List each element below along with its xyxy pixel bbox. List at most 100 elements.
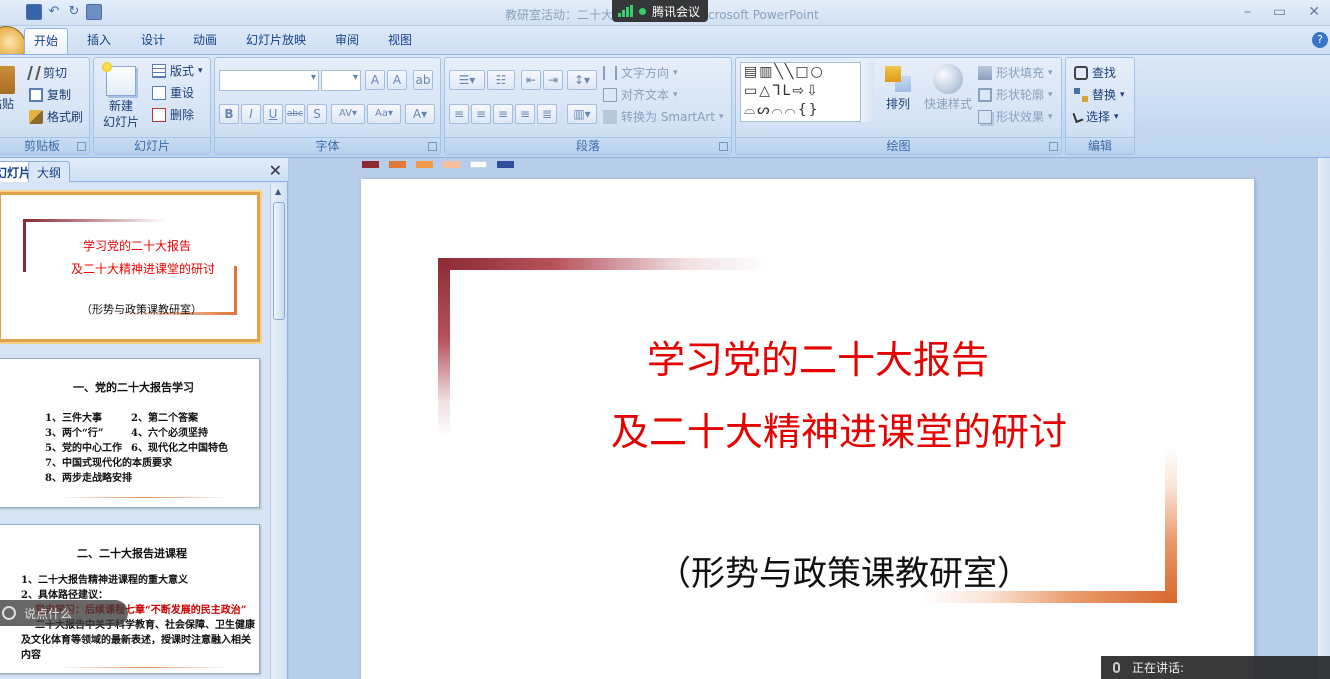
layout-button[interactable]: 版式 ▾ <box>152 62 203 79</box>
theme-swatch <box>389 161 406 168</box>
font-size-combo[interactable] <box>321 70 361 91</box>
speaking-label: 正在讲话: <box>1132 661 1185 675</box>
dialog-launcher-icon[interactable] <box>77 142 86 151</box>
align-center-button[interactable]: ≡ <box>471 104 491 124</box>
thumb-item: 2、第二个答案 <box>131 413 198 424</box>
change-case-button[interactable]: Aa▾ <box>367 104 401 124</box>
paste-button[interactable]: 粘贴 <box>0 66 17 112</box>
replace-button[interactable]: 替换 ▾ <box>1074 86 1125 103</box>
panel-tabs: 幻灯片 大纲 ✕ <box>0 158 288 182</box>
tab-insert[interactable]: 插入 <box>87 31 111 48</box>
scroll-up-icon[interactable]: ▲ <box>275 187 281 196</box>
numbering-button[interactable]: ☷ <box>487 70 515 90</box>
thumbnails-scrollbar[interactable]: ▲ <box>270 184 287 679</box>
strikethrough-button[interactable]: abc <box>285 104 305 124</box>
justify-button[interactable]: ≡ <box>515 104 535 124</box>
bold-button[interactable]: B <box>219 104 239 124</box>
tab-outline-panel[interactable]: 大纲 <box>28 161 71 182</box>
window-controls: – ▭ ✕ <box>1244 4 1320 20</box>
convert-smartart-button[interactable]: 转换为 SmartArt ▾ <box>603 108 724 125</box>
thumb-item: 8、两步走战略安排 <box>45 473 132 484</box>
tab-slideshow[interactable]: 幻灯片放映 <box>246 31 306 48</box>
tab-view[interactable]: 视图 <box>388 31 412 48</box>
undo-icon[interactable]: ↶ <box>46 4 62 20</box>
align-left-button[interactable]: ≡ <box>449 104 469 124</box>
thumb-heading: 一、党的二十大报告学习 <box>73 381 194 394</box>
group-title-clipboard: 剪贴板 <box>0 137 89 154</box>
slide-title-line1[interactable]: 学习党的二十大报告 <box>647 329 989 384</box>
increase-indent-button[interactable]: ⇥ <box>543 70 563 90</box>
italic-button[interactable]: I <box>241 104 261 124</box>
shadow-button[interactable]: S <box>307 104 327 124</box>
align-text-button[interactable]: 对齐文本 ▾ <box>603 86 678 103</box>
save-icon[interactable] <box>26 4 42 20</box>
font-color-button[interactable]: A▾ <box>405 104 435 124</box>
dialog-launcher-icon[interactable] <box>719 142 728 151</box>
grow-font-button[interactable]: A <box>365 70 385 90</box>
tab-animations[interactable]: 动画 <box>193 31 217 48</box>
underline-button[interactable]: U <box>263 104 283 124</box>
current-slide[interactable]: 学习党的二十大报告 及二十大精神进课堂的研讨 （形势与政策课教研室） <box>361 179 1254 679</box>
thumb-divider <box>59 667 229 668</box>
new-slide-button[interactable]: 新建 幻灯片 <box>98 62 144 130</box>
shapes-gallery-scroll[interactable] <box>860 62 874 122</box>
quick-styles-button[interactable]: 快速样式 <box>922 64 974 112</box>
distributed-button[interactable]: ≣ <box>537 104 557 124</box>
tab-review[interactable]: 审阅 <box>335 31 359 48</box>
cut-button[interactable]: 剪切 <box>27 64 67 81</box>
theme-swatches <box>362 161 514 168</box>
find-icon <box>1074 65 1088 80</box>
ribbon: 粘贴 剪切 复制 格式刷 剪贴板 新建 幻灯片 版式▾ 重设 删除 幻灯片 A … <box>0 54 1330 158</box>
group-paragraph: ☰▾ ☷ ⇤ ⇥ ↕▾ ≡ ≡ ≡ ≡ ≣ ▥▾ 文字方向 ▾ 对齐文本 ▾ 转换为… <box>444 57 732 155</box>
slide-thumbnail-2[interactable]: 一、党的二十大报告学习 1、三件大事 2、第二个答案 3、两个“行” 4、六个必… <box>0 358 260 508</box>
dialog-launcher-icon[interactable] <box>1049 142 1058 151</box>
quick-access-toolbar: ↶ ↻ <box>26 4 102 20</box>
delete-slide-button[interactable]: 删除 <box>152 106 194 123</box>
slide-title-line2[interactable]: 及二十大精神进课堂的研讨 <box>611 401 1067 456</box>
dialog-launcher-icon[interactable] <box>428 142 437 151</box>
line-spacing-button[interactable]: ↕▾ <box>567 70 597 90</box>
bullets-button[interactable]: ☰▾ <box>449 70 485 90</box>
shape-fill-icon <box>978 65 992 80</box>
shrink-font-button[interactable]: A <box>387 70 407 90</box>
select-button[interactable]: 选择 ▾ <box>1072 108 1119 125</box>
find-button[interactable]: 查找 <box>1074 64 1116 81</box>
shapes-gallery[interactable]: ▤▥╲╲□○ ▭△ᒣᒪ⇨⇩ ⌓ᔕ⌒⌒{} <box>740 62 868 122</box>
font-name-combo[interactable] <box>219 70 319 91</box>
clear-format-button[interactable]: ab <box>413 70 433 90</box>
tab-design[interactable]: 设计 <box>141 31 165 48</box>
theme-swatch <box>362 161 379 168</box>
close-icon[interactable]: ✕ <box>1308 4 1320 20</box>
scrollbar-thumb[interactable] <box>273 202 285 320</box>
canvas-scrollbar[interactable] <box>1318 158 1330 679</box>
slide-thumbnail-3[interactable]: 二、二十大报告进课程 1、二十大报告精神进课程的重大意义 2、具体路径建议： 党… <box>0 524 260 674</box>
group-title-drawing: 绘图 <box>736 137 1061 154</box>
paste-icon <box>0 66 15 94</box>
shape-fill-button[interactable]: 形状填充 ▾ <box>978 64 1053 81</box>
format-painter-button[interactable]: 格式刷 <box>29 108 83 125</box>
shape-effects-icon <box>978 109 992 124</box>
tab-home[interactable]: 开始 <box>24 28 69 54</box>
meeting-badge[interactable]: 腾讯会议 <box>612 0 709 22</box>
shape-outline-button[interactable]: 形状轮廓 ▾ <box>978 86 1053 103</box>
decrease-indent-button[interactable]: ⇤ <box>521 70 541 90</box>
slide-subtitle[interactable]: （形势与政策课教研室） <box>657 546 1031 595</box>
meeting-chat-input[interactable]: 说点什么 <box>0 600 128 626</box>
copy-button[interactable]: 复制 <box>29 86 71 103</box>
char-spacing-button[interactable]: AV▾ <box>331 104 365 124</box>
redo-icon[interactable]: ↻ <box>66 4 82 20</box>
shape-effects-button[interactable]: 形状效果 ▾ <box>978 108 1053 125</box>
help-icon[interactable]: ? <box>1312 32 1328 48</box>
minimize-icon[interactable]: – <box>1244 4 1251 20</box>
quick-styles-icon <box>933 64 963 94</box>
reset-button[interactable]: 重设 <box>152 84 194 101</box>
arrange-button[interactable]: 排列 <box>878 64 918 112</box>
maximize-icon[interactable]: ▭ <box>1273 4 1286 20</box>
align-right-button[interactable]: ≡ <box>493 104 513 124</box>
slide-thumbnail-1[interactable]: 学习党的二十大报告 及二十大精神进课堂的研讨 （形势与政策课教研室） <box>0 192 260 342</box>
emoji-icon[interactable] <box>2 606 16 620</box>
close-panel-icon[interactable]: ✕ <box>269 161 282 180</box>
customize-qat-icon[interactable] <box>86 4 102 20</box>
columns-button[interactable]: ▥▾ <box>567 104 597 124</box>
text-direction-button[interactable]: 文字方向 ▾ <box>603 64 678 81</box>
